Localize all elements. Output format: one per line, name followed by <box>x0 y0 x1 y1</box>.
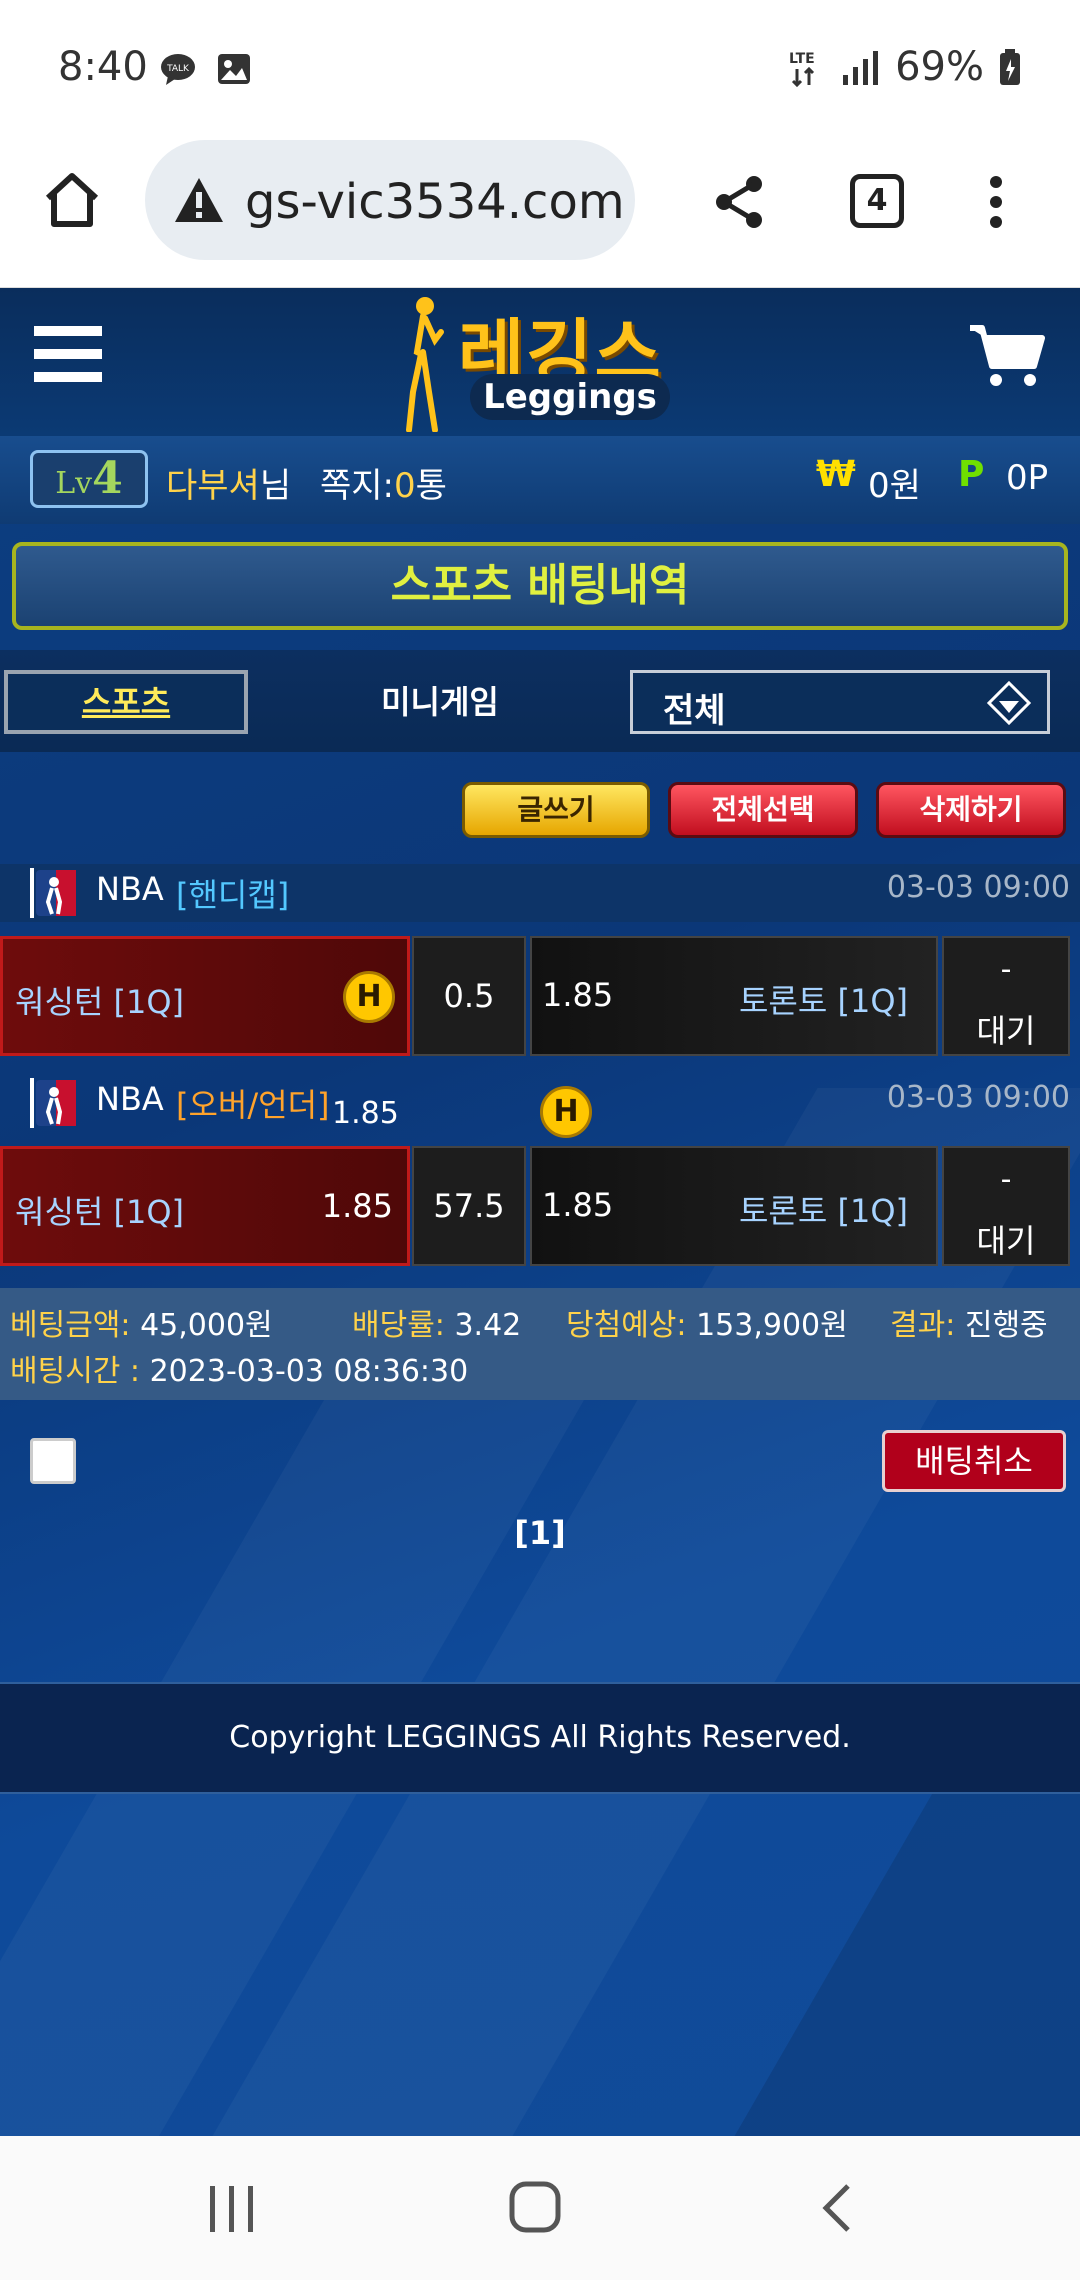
bet-row: 워싱턴 [1Q] H 0.5 1.85 토론토 [1Q] - 대기 <box>0 936 1080 1056</box>
point-icon: P <box>958 454 985 495</box>
battery-icon <box>1000 49 1020 85</box>
extra-odds: 1.85 <box>332 1096 399 1131</box>
delete-button[interactable]: 삭제하기 <box>876 782 1066 838</box>
bet-time: 배팅시간 : 2023-03-03 08:36:30 <box>10 1354 469 1389</box>
logo-figure-icon <box>406 297 444 432</box>
recent-apps-icon[interactable] <box>208 2184 256 2234</box>
share-icon[interactable] <box>712 174 768 230</box>
game-header: NBA [오버/언더] 1.85 H 03-03 09:00 <box>0 1074 1080 1138</box>
away-team-cell: 1.85 토론토 [1Q] <box>530 936 938 1056</box>
handicap-line: 57.5 <box>412 1146 526 1266</box>
pagination: [1] <box>0 1514 1080 1552</box>
bet-type: [핸디캡] <box>176 876 290 914</box>
write-button[interactable]: 글쓰기 <box>462 782 650 838</box>
svg-text:LTE: LTE <box>789 51 815 67</box>
bet-result: 결과: 진행중 <box>890 1308 1048 1343</box>
game-header: NBA [핸디캡] 03-03 09:00 <box>0 864 1080 922</box>
home-team: 워싱턴 [1Q] <box>15 1193 185 1231</box>
site-footer: Copyright LEGGINGS All Rights Reserved. <box>0 1682 1080 1794</box>
menu-icon[interactable] <box>34 324 102 384</box>
message-count[interactable]: 쪽지:0통 <box>320 458 447 507</box>
url-bar[interactable]: gs-vic3534.com <box>145 140 635 260</box>
status-time: 8:40 <box>58 44 148 90</box>
talk-icon: TALK <box>161 54 195 85</box>
h-badge-icon: H <box>343 971 395 1023</box>
browser-toolbar: gs-vic3534.com 4 <box>0 140 1080 288</box>
user-name[interactable]: 다부셔님 <box>166 458 291 507</box>
bet-type: [오버/언더] <box>176 1086 330 1124</box>
bet-summary: 베팅금액: 45,000원 배당률: 3.42 당첨예상: 153,900원 결… <box>0 1288 1080 1400</box>
dropdown-icon <box>987 681 1031 725</box>
cancel-bet-button[interactable]: 배팅취소 <box>882 1430 1066 1492</box>
gallery-icon <box>218 54 250 84</box>
site-logo-en: Leggings <box>470 374 670 420</box>
signal-icon <box>843 51 879 85</box>
home-team-cell: 워싱턴 [1Q] 1.85 <box>0 1146 410 1266</box>
away-odds: 1.85 <box>542 1186 614 1224</box>
back-icon[interactable] <box>820 2182 854 2234</box>
league-name: NBA <box>96 870 164 908</box>
league-name: NBA <box>96 1080 164 1118</box>
status-bar: 8:40 TALK LTE 69% <box>0 0 1080 140</box>
site-header: 레깅스 Leggings <box>0 288 1080 436</box>
more-icon[interactable] <box>984 174 1008 230</box>
home-team-cell: 워싱턴 [1Q] H <box>0 936 410 1056</box>
battery-percent: 69% <box>895 44 984 90</box>
h-badge-icon: H <box>540 1086 592 1138</box>
system-nav-bar <box>0 2136 1080 2280</box>
won-icon: ₩ <box>816 454 856 495</box>
away-team-cell: 1.85 토론토 [1Q] <box>530 1146 938 1266</box>
select-all-button[interactable]: 전체선택 <box>668 782 858 838</box>
game-datetime: 03-03 09:00 <box>886 1080 1070 1115</box>
bet-amount: 베팅금액: 45,000원 <box>10 1308 273 1343</box>
bet-row: 워싱턴 [1Q] 1.85 57.5 1.85 토론토 [1Q] - 대기 <box>0 1146 1080 1266</box>
nba-logo-icon <box>30 868 76 918</box>
page-title: 스포츠 배팅내역 <box>12 542 1068 630</box>
site-content: 레깅스 Leggings Lv4 다부셔님 쪽지:0통 ₩ 0원 P 0P 스포… <box>0 288 1080 2136</box>
home-icon[interactable] <box>40 168 104 232</box>
result-status: 대기 <box>976 1222 1036 1260</box>
level-badge: Lv4 <box>30 450 148 508</box>
home-odds: 1.85 <box>321 1187 393 1225</box>
url-text: gs-vic3534.com <box>245 174 625 230</box>
point-balance: 0P <box>1006 458 1049 498</box>
game-datetime: 03-03 09:00 <box>886 870 1070 905</box>
won-balance: 0원 <box>868 466 921 506</box>
filter-select-value: 전체 <box>663 691 726 731</box>
result-cell: - 대기 <box>942 1146 1070 1266</box>
away-team: 토론토 [1Q] <box>738 982 908 1020</box>
tab-minigame[interactable]: 미니게임 <box>360 670 520 734</box>
lte-icon: LTE <box>789 51 815 87</box>
page-link[interactable]: [1] <box>514 1514 566 1552</box>
away-odds: 1.85 <box>542 976 614 1014</box>
tab-sports[interactable]: 스포츠 <box>4 670 248 734</box>
expected-win: 당첨예상: 153,900원 <box>566 1308 848 1343</box>
bet-odds: 배당률: 3.42 <box>352 1308 522 1343</box>
select-checkbox[interactable] <box>30 1438 76 1484</box>
handicap-line: 0.5 <box>412 936 526 1056</box>
nba-logo-icon <box>30 1078 76 1128</box>
warning-icon <box>175 178 223 222</box>
tabs-button[interactable]: 4 <box>850 174 904 228</box>
user-info-bar: Lv4 다부셔님 쪽지:0통 ₩ 0원 P 0P <box>0 436 1080 524</box>
svg-text:TALK: TALK <box>166 64 190 74</box>
filter-select[interactable]: 전체 <box>630 670 1050 734</box>
home-nav-icon[interactable] <box>508 2180 562 2234</box>
cart-icon[interactable] <box>968 322 1046 388</box>
tab-row: 스포츠 미니게임 전체 <box>0 650 1080 752</box>
away-team: 토론토 [1Q] <box>738 1192 908 1230</box>
result-status: 대기 <box>976 1012 1036 1050</box>
result-cell: - 대기 <box>942 936 1070 1056</box>
tab-count: 4 <box>866 183 888 218</box>
home-team: 워싱턴 [1Q] <box>15 983 185 1021</box>
